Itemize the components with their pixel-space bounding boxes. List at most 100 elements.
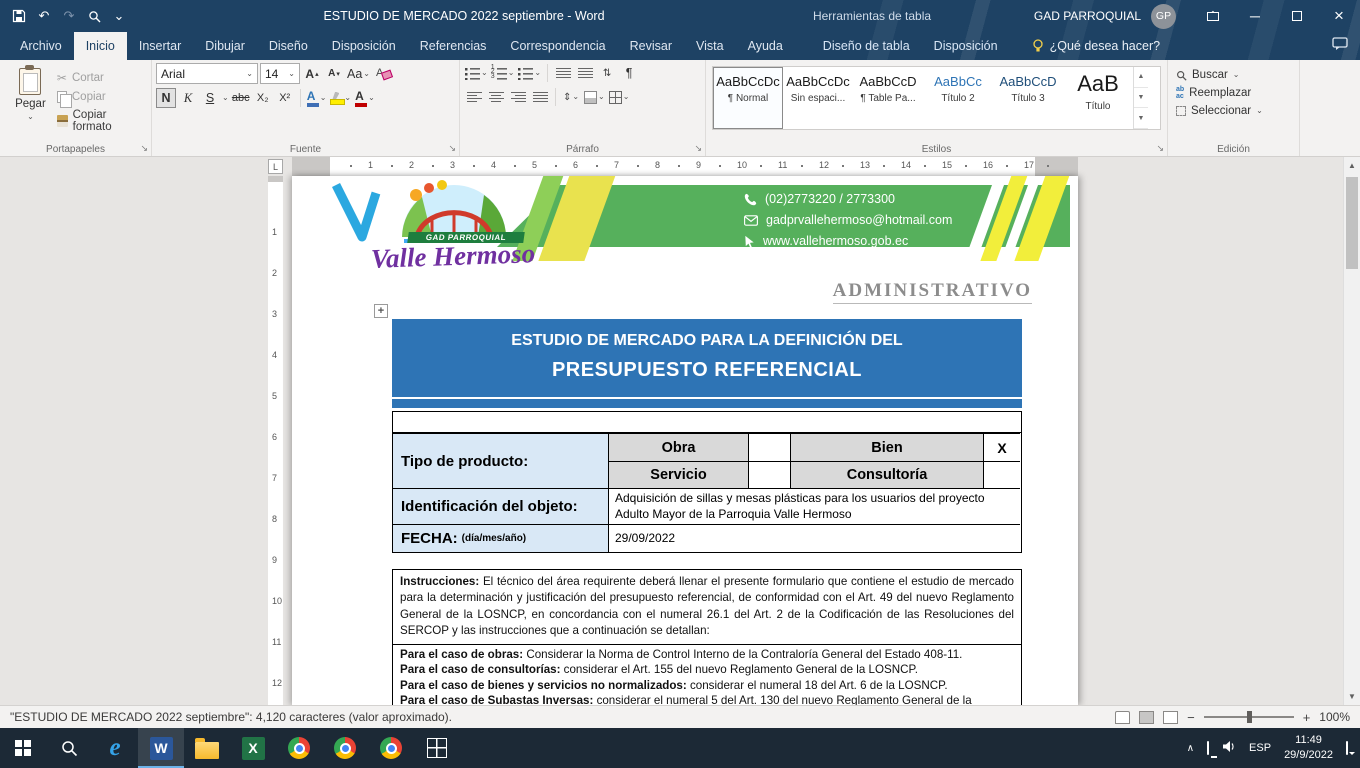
style-table-paragraph[interactable]: AaBbCcD¶ Table Pa...	[853, 67, 923, 129]
numbered-list-button[interactable]: ⌄	[491, 63, 516, 83]
zoom-slider-thumb[interactable]	[1247, 711, 1252, 723]
cell-identificacion-value[interactable]: Adquisición de sillas y mesas plásticas …	[608, 488, 1020, 524]
tab-insertar[interactable]: Insertar	[127, 32, 193, 60]
close-button[interactable]: ×	[1318, 0, 1360, 32]
hidden-icons-button[interactable]: ∧	[1187, 743, 1194, 754]
minimize-button[interactable]: ─	[1234, 0, 1276, 32]
taskbar-chrome-1[interactable]	[276, 728, 322, 768]
underline-button[interactable]: S	[200, 88, 220, 108]
qat-customize-button[interactable]: ⌄	[108, 5, 130, 27]
dialog-launcher-icon[interactable]: ↘	[140, 143, 148, 154]
account-name[interactable]: GAD PARROQUIAL	[1034, 9, 1141, 23]
taskbar-table-app[interactable]	[414, 728, 460, 768]
taskbar-excel[interactable]: X	[230, 728, 276, 768]
align-left-button[interactable]	[464, 87, 484, 107]
underline-dropdown[interactable]: ⌄	[222, 94, 229, 102]
align-right-button[interactable]	[508, 87, 528, 107]
feedback-icon[interactable]	[1332, 37, 1348, 54]
subscript-button[interactable]: X₂	[253, 88, 273, 108]
read-mode-button[interactable]	[1115, 711, 1130, 724]
zoom-out-button[interactable]: −	[1187, 710, 1195, 725]
language-indicator[interactable]: ESP	[1249, 742, 1271, 754]
taskbar-chrome-2[interactable]	[322, 728, 368, 768]
superscript-button[interactable]: X²	[275, 88, 295, 108]
cell-identificacion-label[interactable]: Identificación del objeto:	[392, 488, 608, 524]
tab-correspondencia[interactable]: Correspondencia	[498, 32, 617, 60]
tab-revisar[interactable]: Revisar	[618, 32, 684, 60]
cell-servicio[interactable]: Servicio	[608, 461, 748, 488]
character-count[interactable]: "ESTUDIO DE MERCADO 2022 septiembre": 4,…	[10, 710, 452, 724]
cell-obra-mark[interactable]	[748, 433, 790, 461]
network-icon[interactable]	[1207, 742, 1209, 754]
font-size-combo[interactable]: 14⌄	[260, 63, 300, 84]
action-center-button[interactable]	[1346, 742, 1348, 754]
shading-button[interactable]: ⌄	[583, 87, 606, 107]
instructions-items[interactable]: Para el caso de obras: Considerar la Nor…	[393, 645, 1021, 705]
font-name-combo[interactable]: Arial⌄	[156, 63, 258, 84]
format-painter-button[interactable]: Copiar formato	[57, 109, 147, 133]
tab-diseno-de-tabla[interactable]: Diseño de tabla	[811, 32, 922, 60]
horizontal-ruler[interactable]: 1234567891011121314151617	[292, 157, 1078, 176]
italic-button[interactable]: K	[178, 88, 198, 108]
tab-dibujar[interactable]: Dibujar	[193, 32, 257, 60]
increase-indent-button[interactable]	[575, 63, 595, 83]
bold-button[interactable]: N	[156, 88, 176, 108]
vertical-ruler[interactable]: 123456789101112	[268, 176, 283, 705]
styles-scroll-down[interactable]: ▼	[1134, 88, 1148, 109]
dialog-launcher-icon[interactable]: ↘	[1156, 143, 1164, 154]
zoom-in-button[interactable]: +	[1303, 710, 1311, 725]
tell-me-box[interactable]: ¿Qué desea hacer?	[1032, 32, 1161, 60]
find-button[interactable]	[83, 5, 105, 27]
undo-button[interactable]: ↶	[33, 5, 55, 27]
strikethrough-button[interactable]: abc	[231, 88, 251, 108]
tab-referencias[interactable]: Referencias	[408, 32, 499, 60]
redo-button[interactable]: ↷	[58, 5, 80, 27]
tab-diseno[interactable]: Diseño	[257, 32, 320, 60]
style-normal[interactable]: AaBbCcDc¶ Normal	[713, 67, 783, 129]
save-button[interactable]	[8, 5, 30, 27]
clock[interactable]: 11:49 29/9/2022	[1284, 733, 1333, 763]
cell-bien[interactable]: Bien	[790, 433, 983, 461]
styles-gallery-more[interactable]: ▼	[1134, 108, 1148, 129]
avatar[interactable]: GP	[1151, 4, 1176, 29]
select-button[interactable]: Seleccionar⌄	[1176, 105, 1291, 117]
table-move-handle[interactable]: +	[374, 304, 388, 318]
start-button[interactable]	[0, 728, 46, 768]
dialog-launcher-icon[interactable]: ↘	[448, 143, 456, 154]
sort-button[interactable]: ⇅	[597, 63, 617, 83]
document-page[interactable]: GAD PARROQUIAL Valle Hermoso (02)2773220…	[292, 176, 1078, 705]
shrink-font-button[interactable]: A▾	[324, 64, 344, 84]
cut-button[interactable]: ✂Cortar	[57, 71, 147, 85]
styles-scroll-up[interactable]: ▲	[1134, 67, 1148, 88]
line-spacing-button[interactable]: ⇕⌄	[561, 87, 581, 107]
style-titulo-3[interactable]: AaBbCcDTítulo 3	[993, 67, 1063, 129]
scroll-down-button[interactable]: ▼	[1344, 688, 1360, 705]
tab-disposicion[interactable]: Disposición	[320, 32, 408, 60]
print-layout-button[interactable]	[1139, 711, 1154, 724]
align-center-button[interactable]	[486, 87, 506, 107]
taskbar-edge[interactable]: e	[92, 728, 138, 768]
replace-button[interactable]: abac Reemplazar	[1176, 86, 1291, 100]
multilevel-list-button[interactable]: ⌄	[517, 63, 542, 83]
instructions-intro[interactable]: Instrucciones: El técnico del área requi…	[393, 570, 1021, 645]
text-effects-button[interactable]: A⌄	[306, 88, 328, 108]
zoom-level[interactable]: 100%	[1319, 710, 1350, 724]
cell-fecha-label[interactable]: FECHA: (día/mes/año)	[392, 524, 608, 552]
clear-formatting-button[interactable]: A	[373, 64, 393, 84]
font-color-button[interactable]: A⌄	[354, 88, 376, 108]
tab-disposicion-tabla[interactable]: Disposición	[922, 32, 1010, 60]
style-titulo[interactable]: AaBTítulo	[1063, 67, 1133, 129]
copy-button[interactable]: Copiar	[57, 91, 147, 103]
cell-obra[interactable]: Obra	[608, 433, 748, 461]
taskbar-file-explorer[interactable]	[184, 728, 230, 768]
show-marks-button[interactable]: ¶	[619, 63, 639, 83]
form-title-cell[interactable]: ESTUDIO DE MERCADO PARA LA DEFINICIÓN DE…	[392, 319, 1022, 397]
cell-tipo-de-producto[interactable]: Tipo de producto:	[392, 433, 608, 488]
volume-icon[interactable]	[1222, 740, 1236, 756]
paste-button[interactable]: Pegar ⌄	[4, 63, 57, 140]
vertical-scrollbar[interactable]: ▲ ▼	[1343, 157, 1360, 705]
tab-inicio[interactable]: Inicio	[74, 32, 127, 60]
bullet-list-button[interactable]: ⌄	[464, 63, 489, 83]
cell-servicio-mark[interactable]	[748, 461, 790, 488]
taskbar-chrome-3[interactable]	[368, 728, 414, 768]
